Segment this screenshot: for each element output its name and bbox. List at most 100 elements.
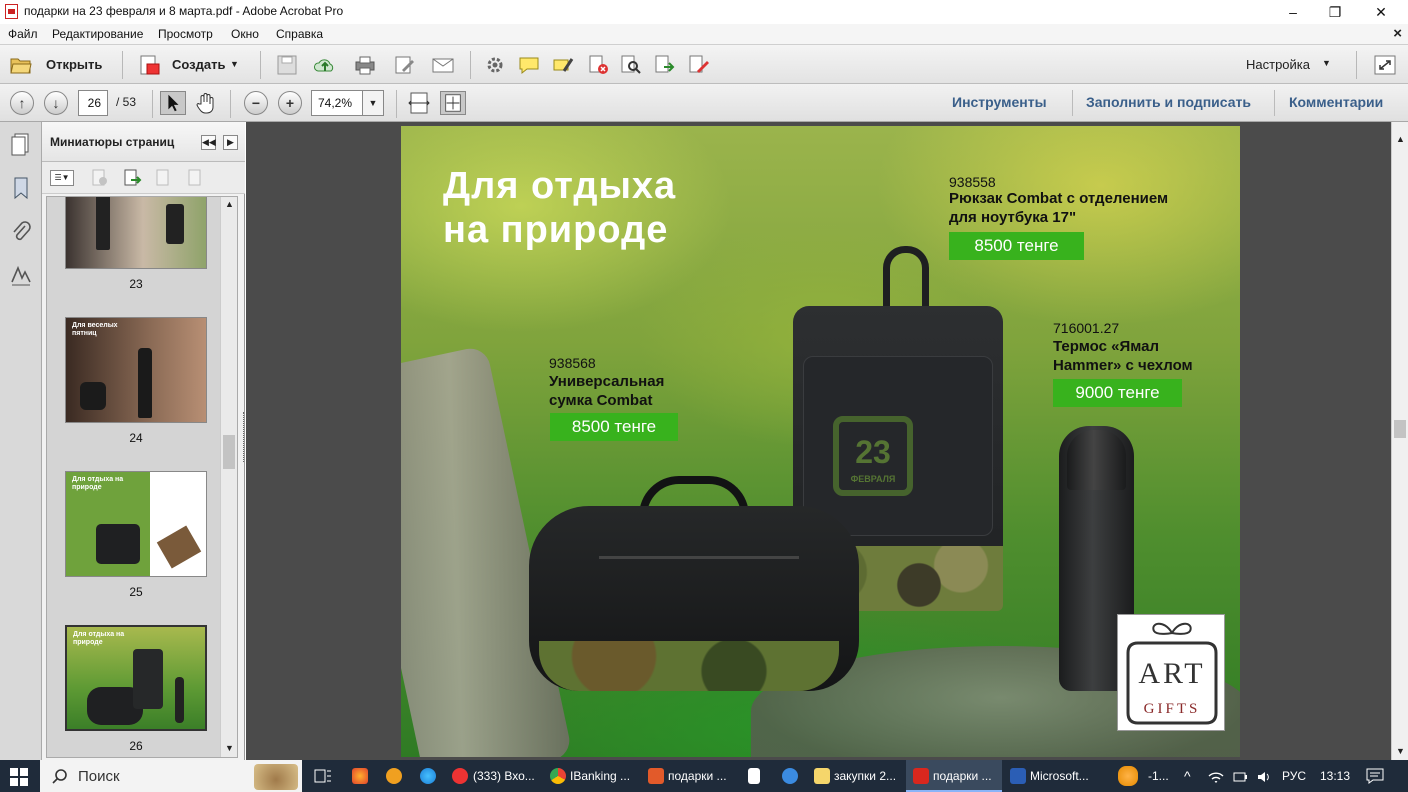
page-thumbnails-icon[interactable] <box>10 132 32 156</box>
create-pdf-icon[interactable] <box>138 55 160 75</box>
presentation-icon[interactable] <box>648 768 664 784</box>
insert-page-icon[interactable] <box>122 168 142 188</box>
document-close-icon[interactable]: × <box>1393 25 1402 42</box>
chevron-up-icon[interactable]: ^ <box>1184 760 1191 792</box>
gear-icon[interactable] <box>484 55 506 75</box>
tab-fill-and-sign[interactable]: Заполнить и подписать <box>1086 94 1251 110</box>
duffel-camo-bottom <box>539 641 839 691</box>
volume-icon[interactable] <box>1256 769 1272 785</box>
firefox-icon[interactable] <box>352 768 368 784</box>
menu-help[interactable]: Справка <box>276 27 323 41</box>
language-indicator[interactable]: РУС <box>1282 760 1306 792</box>
chat-app-icon[interactable] <box>782 768 798 784</box>
thumbnail-page-24[interactable]: Для веселых пятниц <box>65 317 207 423</box>
thumbnail-page-25[interactable]: Для отдыха на природе <box>65 471 207 577</box>
acrobat-icon[interactable] <box>913 768 929 784</box>
zoom-dropdown-chevron-icon[interactable]: ▼ <box>362 90 384 116</box>
bookmarks-icon[interactable] <box>10 176 32 200</box>
select-cursor-icon[interactable] <box>160 91 186 115</box>
print-icon[interactable] <box>354 55 376 75</box>
menu-file[interactable]: Файл <box>8 27 38 41</box>
page-number-input[interactable]: 26 <box>78 90 108 116</box>
export-page-icon[interactable] <box>654 55 676 75</box>
delete-page-icon[interactable] <box>588 55 610 75</box>
fit-width-icon[interactable] <box>406 91 432 115</box>
taskbar-item-ibanking[interactable]: IBanking ... <box>570 760 630 792</box>
next-page-button[interactable]: ↓ <box>44 91 68 115</box>
page-properties-icon[interactable] <box>186 168 206 188</box>
cloud-upload-icon[interactable] <box>314 55 336 75</box>
delete-page-icon[interactable] <box>90 168 110 188</box>
signatures-icon[interactable] <box>10 264 32 288</box>
task-view-icon[interactable] <box>314 768 332 784</box>
fit-page-icon[interactable] <box>440 91 466 115</box>
taskbar-weather-text[interactable]: -1... <box>1148 760 1169 792</box>
menu-edit[interactable]: Редактирование <box>52 27 143 41</box>
highlight-icon[interactable] <box>552 55 574 75</box>
settings-dropdown[interactable]: Настройка <box>1246 57 1310 72</box>
taskbar-item-podarki-acrobat[interactable]: подарки ... <box>933 760 992 792</box>
zoom-in-button[interactable]: + <box>278 91 302 115</box>
search-placeholder: Поиск <box>78 768 120 785</box>
taskbar-item-yandex-mail[interactable]: (333) Вхо... <box>473 760 535 792</box>
clock-time[interactable]: 13:13 <box>1320 760 1350 792</box>
battery-icon[interactable] <box>1232 769 1248 785</box>
create-button[interactable]: Создать <box>172 57 225 72</box>
save-icon[interactable] <box>276 55 298 75</box>
taskbar-item-microsoft-word[interactable]: Microsoft... <box>1030 760 1089 792</box>
tab-tools[interactable]: Инструменты <box>952 94 1047 110</box>
menu-view[interactable]: Просмотр <box>158 27 213 41</box>
hand-tool-icon[interactable] <box>194 91 218 115</box>
open-button[interactable]: Открыть <box>46 57 102 72</box>
thumbnail-page-26-selected[interactable]: Для отдыха на природе <box>65 625 207 731</box>
pdf-page: Для отдыха на природе 938558 Рюкзак Comb… <box>401 126 1240 757</box>
options-menu-icon[interactable]: ☰▼ <box>50 170 74 186</box>
document-icon[interactable] <box>748 768 760 784</box>
edit-document-icon[interactable] <box>394 55 416 75</box>
sign-document-icon[interactable] <box>688 55 710 75</box>
menu-window[interactable]: Окно <box>231 27 259 41</box>
comment-icon[interactable] <box>518 55 540 75</box>
close-button[interactable]: ✕ <box>1358 0 1404 24</box>
wifi-icon[interactable] <box>1208 770 1224 784</box>
taskbar-search-box[interactable]: Поиск <box>40 760 302 792</box>
scrollbar-thumb[interactable] <box>223 435 235 469</box>
scroll-up-icon[interactable]: ▲ <box>1396 134 1405 144</box>
scroll-up-icon[interactable]: ▲ <box>225 199 234 209</box>
thumbnail-page-23[interactable] <box>65 197 207 269</box>
word-icon[interactable] <box>1010 768 1026 784</box>
email-icon[interactable] <box>432 55 454 75</box>
thumbnails-scrollbar[interactable]: ▲ ▼ <box>220 197 237 757</box>
chevron-down-icon[interactable]: ▼ <box>1322 58 1331 68</box>
product-name-duffel: Универсальная сумка Combat <box>549 372 664 410</box>
collapse-panel-icon[interactable]: ◀◀ <box>201 135 216 150</box>
zoom-level-field[interactable]: 74,2% <box>311 90 363 116</box>
document-scrollbar[interactable]: ▲ ▼ <box>1391 122 1408 760</box>
scrollbar-thumb[interactable] <box>1394 420 1406 438</box>
scroll-down-icon[interactable]: ▼ <box>1396 746 1405 756</box>
app-icon[interactable] <box>386 768 402 784</box>
search-document-icon[interactable] <box>620 55 642 75</box>
restore-button[interactable]: ❐ <box>1312 0 1358 24</box>
rotate-page-icon[interactable] <box>154 168 174 188</box>
expand-icon[interactable] <box>1374 55 1396 75</box>
attachment-paperclip-icon[interactable] <box>10 220 32 244</box>
weather-icon[interactable] <box>1118 766 1138 786</box>
edge-icon[interactable] <box>420 768 436 784</box>
folder-open-icon[interactable] <box>10 55 32 75</box>
minimize-button[interactable]: – <box>1270 0 1316 24</box>
tab-comments[interactable]: Комментарии <box>1289 94 1383 110</box>
chrome-icon[interactable] <box>550 768 566 784</box>
previous-page-button[interactable]: ↑ <box>10 91 34 115</box>
folder-icon[interactable] <box>814 768 830 784</box>
notifications-icon[interactable] <box>1366 768 1384 784</box>
taskbar-item-podarki-1[interactable]: подарки ... <box>668 760 727 792</box>
next-panel-icon[interactable]: ▶ <box>223 135 238 150</box>
taskbar-item-zakupki[interactable]: закупки 2... <box>834 760 896 792</box>
chevron-down-icon[interactable]: ▼ <box>230 59 239 69</box>
zoom-out-button[interactable]: − <box>244 91 268 115</box>
yandex-browser-icon[interactable] <box>452 768 468 784</box>
windows-start-icon[interactable] <box>10 768 28 786</box>
product-name-thermos: Термос «Ямал Hammer» с чехлом <box>1053 337 1193 375</box>
scroll-down-icon[interactable]: ▼ <box>225 743 234 753</box>
